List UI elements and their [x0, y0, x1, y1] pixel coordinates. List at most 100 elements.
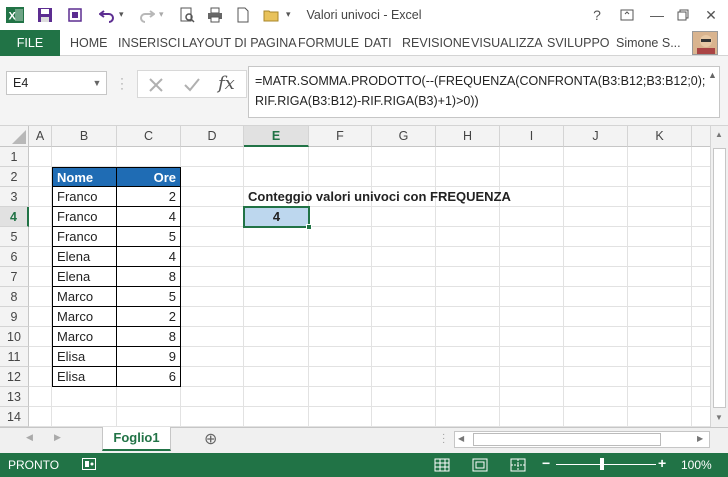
tab-home[interactable]: HOME — [70, 30, 108, 56]
row-header-7[interactable]: 7 — [0, 267, 29, 287]
table-cell-nome[interactable]: Franco — [52, 206, 117, 227]
insert-function-icon[interactable]: fx — [218, 73, 242, 95]
column-header-a[interactable]: A — [29, 126, 52, 147]
formula-input[interactable]: =MATR.SOMMA.PRODOTTO(--(FREQUENZA(CONFRO… — [248, 66, 720, 118]
column-header-h[interactable]: H — [436, 126, 500, 147]
table-cell-ore[interactable]: 6 — [116, 366, 181, 387]
zoom-out-icon[interactable]: − — [542, 455, 550, 471]
cell-e3-label[interactable]: Conteggio valori univoci con FREQUENZA — [244, 187, 515, 207]
column-header-b[interactable]: B — [52, 126, 117, 147]
table-cell-nome[interactable]: Elisa — [52, 366, 117, 387]
row-header-11[interactable]: 11 — [0, 347, 29, 367]
tab-split-handle-icon[interactable]: · · · — [442, 430, 445, 448]
zoom-slider-thumb[interactable] — [600, 458, 604, 470]
row-header-2[interactable]: 2 — [0, 167, 29, 187]
ribbon-display-options-icon[interactable] — [610, 0, 644, 30]
row-header-6[interactable]: 6 — [0, 247, 29, 267]
table-cell-ore[interactable]: 5 — [116, 286, 181, 307]
tab-visualizza[interactable]: VISUALIZZA — [471, 30, 543, 56]
tab-file[interactable]: FILE — [0, 30, 60, 56]
previous-sheet-icon[interactable]: ◀ — [26, 432, 33, 443]
column-header-c[interactable]: C — [117, 126, 181, 147]
name-box-dropdown-icon[interactable]: ▼ — [90, 76, 104, 90]
table-cell-nome[interactable]: Elisa — [52, 346, 117, 367]
tab-formule[interactable]: FORMULE — [298, 30, 359, 56]
excel-logo-icon[interactable]: X — [4, 4, 26, 26]
table-cell-ore[interactable]: 5 — [116, 226, 181, 247]
add-sheet-icon[interactable]: ⊕ — [204, 429, 217, 449]
table-cell-nome[interactable]: Marco — [52, 286, 117, 307]
scroll-up-icon[interactable]: ▲ — [715, 130, 723, 139]
table-cell-nome[interactable]: Franco — [52, 186, 117, 207]
table-cell-ore[interactable]: 2 — [116, 306, 181, 327]
page-break-preview-icon[interactable] — [510, 457, 526, 473]
touch-mode-icon[interactable] — [64, 4, 86, 26]
row-header-10[interactable]: 10 — [0, 327, 29, 347]
table-cell-nome[interactable]: Marco — [52, 306, 117, 327]
table-cell-ore[interactable]: 8 — [116, 326, 181, 347]
redo-icon[interactable] — [136, 4, 158, 26]
zoom-in-icon[interactable]: + — [658, 455, 666, 471]
table-cell-nome[interactable]: Elena — [52, 246, 117, 267]
row-header-9[interactable]: 9 — [0, 307, 29, 327]
table-header-nome[interactable]: Nome — [52, 167, 117, 187]
row-header-12[interactable]: 12 — [0, 367, 29, 387]
column-header-g[interactable]: G — [372, 126, 436, 147]
scroll-left-icon[interactable]: ◀ — [458, 434, 464, 443]
table-header-ore[interactable]: Ore — [116, 167, 181, 187]
scroll-right-icon[interactable]: ▶ — [697, 434, 703, 443]
column-header-d[interactable]: D — [181, 126, 244, 147]
table-cell-ore[interactable]: 4 — [116, 206, 181, 227]
row-header-3[interactable]: 3 — [0, 187, 29, 207]
redo-dropdown-icon[interactable]: ▾ — [159, 9, 164, 20]
table-cell-ore[interactable]: 2 — [116, 186, 181, 207]
open-folder-icon[interactable] — [260, 4, 282, 26]
table-cell-nome[interactable]: Marco — [52, 326, 117, 347]
macro-recording-icon[interactable] — [82, 458, 96, 470]
select-all-corner[interactable] — [0, 126, 29, 147]
save-icon[interactable] — [34, 4, 56, 26]
tab-layout-di-pagina[interactable]: LAYOUT DI PAGINA — [182, 30, 297, 56]
row-header-13[interactable]: 13 — [0, 387, 29, 407]
collapse-formula-bar-icon[interactable]: ▲ — [708, 70, 720, 82]
row-header-8[interactable]: 8 — [0, 287, 29, 307]
fill-handle[interactable] — [306, 224, 312, 230]
sheet-tab-foglio1[interactable]: Foglio1 — [102, 427, 171, 451]
print-icon[interactable] — [204, 4, 226, 26]
vertical-scroll-thumb[interactable] — [713, 148, 726, 408]
help-button[interactable]: ? — [580, 0, 614, 30]
table-cell-nome[interactable]: Franco — [52, 226, 117, 247]
print-preview-icon[interactable] — [176, 4, 198, 26]
column-header-i[interactable]: I — [500, 126, 564, 147]
cell-e4-result[interactable]: 4 — [243, 206, 310, 228]
row-header-1[interactable]: 1 — [0, 147, 29, 167]
close-button[interactable]: ✕ — [694, 0, 728, 30]
zoom-slider-track[interactable] — [556, 464, 656, 465]
formula-bar-handle-icon[interactable]: · · · — [120, 72, 126, 94]
row-header-14[interactable]: 14 — [0, 407, 29, 427]
normal-view-icon[interactable] — [434, 457, 450, 473]
row-header-5[interactable]: 5 — [0, 227, 29, 247]
row-header-4[interactable]: 4 — [0, 207, 29, 227]
column-header-k[interactable]: K — [628, 126, 692, 147]
vertical-scrollbar[interactable]: ▲ ▼ — [710, 126, 728, 427]
tab-inserisci[interactable]: INSERISCI — [118, 30, 181, 56]
horizontal-scrollbar[interactable]: ◀ ▶ — [454, 431, 710, 448]
tab-sviluppo[interactable]: SVILUPPO — [547, 30, 610, 56]
table-cell-ore[interactable]: 4 — [116, 246, 181, 267]
column-header-e[interactable]: E — [244, 126, 309, 147]
tab-revisione[interactable]: REVISIONE — [402, 30, 470, 56]
enter-icon[interactable] — [182, 75, 202, 95]
zoom-level[interactable]: 100% — [681, 458, 712, 472]
next-sheet-icon[interactable]: ▶ — [54, 432, 61, 443]
horizontal-scroll-thumb[interactable] — [473, 433, 661, 446]
table-cell-ore[interactable]: 9 — [116, 346, 181, 367]
avatar[interactable] — [692, 31, 718, 55]
table-cell-ore[interactable]: 8 — [116, 266, 181, 287]
column-header-f[interactable]: F — [309, 126, 372, 147]
table-cell-nome[interactable]: Elena — [52, 266, 117, 287]
page-layout-view-icon[interactable] — [472, 457, 488, 473]
undo-dropdown-icon[interactable]: ▾ — [119, 9, 124, 20]
column-header-j[interactable]: J — [564, 126, 628, 147]
column-header-l[interactable] — [692, 126, 710, 147]
